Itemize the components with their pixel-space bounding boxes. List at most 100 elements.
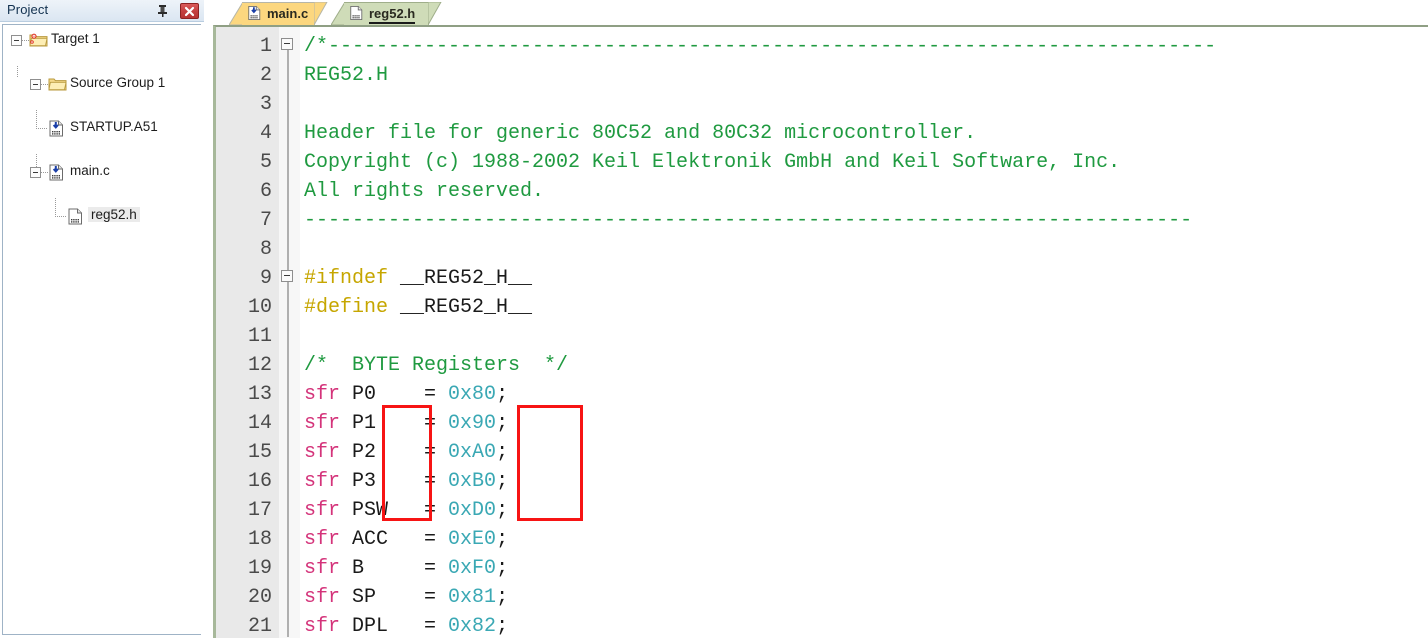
token-pre: #ifndef bbox=[304, 267, 401, 290]
token-comment: /* BYTE Registers */ bbox=[304, 354, 569, 377]
code-text[interactable]: sfr P3 = 0xB0; bbox=[304, 470, 508, 493]
pin-icon[interactable] bbox=[155, 3, 170, 18]
code-text[interactable]: sfr PSW = 0xD0; bbox=[304, 499, 508, 522]
code-text[interactable]: Header file for generic 80C52 and 80C32 … bbox=[304, 122, 976, 145]
token-punct: ; bbox=[496, 441, 509, 464]
tab-right-slant bbox=[427, 1, 442, 27]
code-text[interactable]: sfr P0 = 0x80; bbox=[304, 383, 508, 406]
tree-item-main-c[interactable]: main.c bbox=[3, 154, 201, 183]
folder-icon bbox=[48, 76, 67, 92]
code-text[interactable]: ----------------------------------------… bbox=[304, 209, 1192, 232]
token-comment: All rights reserved. bbox=[304, 180, 545, 203]
source-file-icon bbox=[48, 164, 65, 181]
token-punct: = bbox=[424, 441, 449, 464]
code-line[interactable]: 13 sfr P0 = 0x80; bbox=[216, 380, 1428, 409]
code-line[interactable]: 11 bbox=[216, 322, 1428, 351]
header-file-icon bbox=[349, 5, 364, 21]
tree-connector bbox=[41, 172, 48, 173]
line-number: 5 bbox=[259, 151, 272, 174]
code-line[interactable]: 16 sfr P3 = 0xB0; bbox=[216, 467, 1428, 496]
code-text[interactable]: sfr P1 = 0x90; bbox=[304, 412, 508, 435]
line-number: 4 bbox=[259, 122, 272, 145]
editor-tab-strip: main.c reg52.h bbox=[211, 0, 1428, 27]
project-tree[interactable]: Target 1 Source Group 1 STARTUP.A51 main… bbox=[2, 24, 201, 635]
code-line[interactable]: 12 /* BYTE Registers */ bbox=[216, 351, 1428, 380]
code-line[interactable]: 19 sfr B = 0xF0; bbox=[216, 554, 1428, 583]
code-line[interactable]: 10 #define __REG52_H__ bbox=[216, 293, 1428, 322]
code-line[interactable]: 20 sfr SP = 0x81; bbox=[216, 583, 1428, 612]
code-line[interactable]: 1 /*-------------------------------------… bbox=[216, 32, 1428, 61]
code-text[interactable]: Copyright (c) 1988-2002 Keil Elektronik … bbox=[304, 151, 1120, 174]
code-line[interactable]: 5 Copyright (c) 1988-2002 Keil Elektronik… bbox=[216, 148, 1428, 177]
line-number: 8 bbox=[259, 238, 272, 261]
token-punct: ; bbox=[496, 499, 509, 522]
tab-label: reg52.h bbox=[369, 6, 416, 24]
code-line[interactable]: 3 bbox=[216, 90, 1428, 119]
code-text[interactable]: sfr B = 0xF0; bbox=[304, 557, 508, 580]
code-text[interactable]: sfr P2 = 0xA0; bbox=[304, 441, 508, 464]
line-number: 13 bbox=[247, 383, 272, 406]
code-line[interactable]: 9 #ifndef __REG52_H__ bbox=[216, 264, 1428, 293]
code-line[interactable]: 6 All rights reserved. bbox=[216, 177, 1428, 206]
tree-item-startup-a51[interactable]: STARTUP.A51 bbox=[3, 110, 201, 139]
token-punct: ; bbox=[496, 586, 509, 609]
editor-area: main.c reg52.h 1 /*---------------------… bbox=[211, 0, 1428, 638]
token-ident: P2 bbox=[352, 441, 425, 464]
project-panel-header: Project bbox=[0, 0, 204, 22]
code-line[interactable]: 21 sfr DPL = 0x82; bbox=[216, 612, 1428, 638]
line-number: 1 bbox=[259, 35, 272, 58]
code-line[interactable]: 8 bbox=[216, 235, 1428, 264]
tree-item-label: STARTUP.A51 bbox=[70, 119, 158, 134]
code-text[interactable]: /* BYTE Registers */ bbox=[304, 354, 568, 377]
close-icon[interactable] bbox=[180, 3, 199, 19]
tree-connector bbox=[36, 110, 37, 128]
token-keyword: sfr bbox=[304, 586, 353, 609]
line-number: 16 bbox=[247, 470, 272, 493]
line-number: 2 bbox=[259, 64, 272, 87]
code-text[interactable]: REG52.H bbox=[304, 64, 388, 87]
code-text[interactable]: /*--------------------------------------… bbox=[304, 35, 1216, 58]
tree-item-reg52-h[interactable]: reg52.h bbox=[3, 198, 201, 227]
code-line[interactable]: 18 sfr ACC = 0xE0; bbox=[216, 525, 1428, 554]
code-line[interactable]: 14 sfr P1 = 0x90; bbox=[216, 409, 1428, 438]
token-punct: = bbox=[424, 528, 449, 551]
token-ident: P1 bbox=[352, 412, 425, 435]
code-line[interactable]: 7 ---------------------------------------… bbox=[216, 206, 1428, 235]
code-line[interactable]: 4 Header file for generic 80C52 and 80C32… bbox=[216, 119, 1428, 148]
code-text[interactable]: All rights reserved. bbox=[304, 180, 544, 203]
header-file-icon bbox=[67, 208, 84, 225]
tree-item-target-1[interactable]: Target 1 bbox=[3, 29, 201, 51]
token-pre: #define bbox=[304, 296, 401, 319]
expander-icon[interactable] bbox=[11, 35, 22, 46]
expander-icon[interactable] bbox=[30, 167, 41, 178]
token-number: 0xF0 bbox=[448, 557, 497, 580]
code-text[interactable]: sfr SP = 0x81; bbox=[304, 586, 508, 609]
code-text[interactable]: #ifndef __REG52_H__ bbox=[304, 267, 532, 290]
line-number: 7 bbox=[259, 209, 272, 232]
token-ident: P0 bbox=[352, 383, 425, 406]
token-punct: = bbox=[424, 470, 449, 493]
token-number: 0x82 bbox=[448, 615, 497, 638]
code-text[interactable]: sfr DPL = 0x82; bbox=[304, 615, 508, 638]
token-ident: PSW bbox=[352, 499, 425, 522]
code-text[interactable]: sfr ACC = 0xE0; bbox=[304, 528, 508, 551]
code-line[interactable]: 2 REG52.H bbox=[216, 61, 1428, 90]
expander-icon[interactable] bbox=[30, 79, 41, 90]
line-number: 12 bbox=[247, 354, 272, 377]
token-number: 0x90 bbox=[448, 412, 497, 435]
line-number: 10 bbox=[247, 296, 272, 319]
code-editor[interactable]: 1 /*-------------------------------------… bbox=[213, 25, 1428, 638]
line-number: 14 bbox=[247, 412, 272, 435]
token-keyword: sfr bbox=[304, 615, 353, 638]
code-line[interactable]: 17 sfr PSW = 0xD0; bbox=[216, 496, 1428, 525]
tree-item-source-group-1[interactable]: Source Group 1 bbox=[3, 66, 201, 95]
token-punct: = bbox=[424, 557, 449, 580]
code-text[interactable]: #define __REG52_H__ bbox=[304, 296, 532, 319]
token-ident: __REG52_H__ bbox=[400, 296, 533, 319]
project-panel-title: Project bbox=[7, 2, 49, 17]
token-keyword: sfr bbox=[304, 557, 353, 580]
token-punct: = bbox=[424, 615, 449, 638]
tree-connector bbox=[17, 66, 18, 77]
token-keyword: sfr bbox=[304, 412, 353, 435]
code-line[interactable]: 15 sfr P2 = 0xA0; bbox=[216, 438, 1428, 467]
